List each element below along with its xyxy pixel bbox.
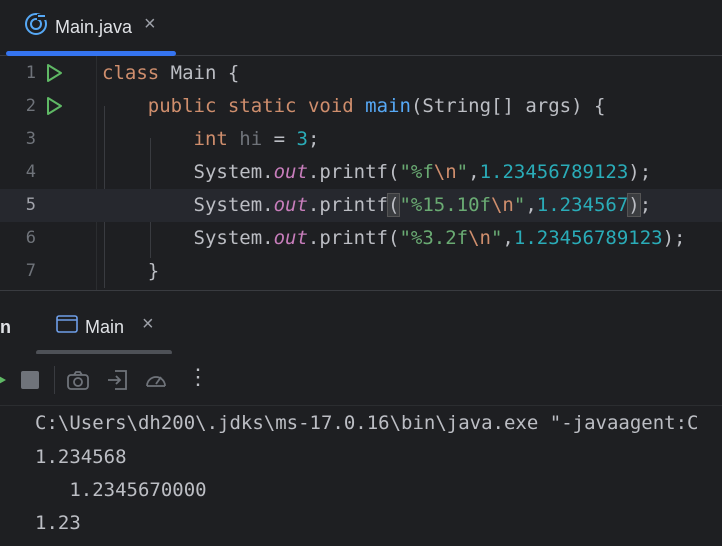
run-tool-window-header: n Main ×	[0, 290, 722, 355]
editor-tab-bar: Main.java ×	[0, 0, 722, 56]
run-tab-main[interactable]: Main ×	[36, 291, 172, 355]
java-class-icon	[25, 13, 47, 35]
code-text: class Main {	[102, 62, 240, 84]
code-text: System.out.printf("%f\n",1.23456789123);	[193, 161, 652, 183]
code-line-6[interactable]: 6 System.out.printf("%3.2f\n",1.23456789…	[0, 222, 722, 255]
code-line-4[interactable]: 4 System.out.printf("%f\n",1.23456789123…	[0, 156, 722, 189]
run-toolbar: ⋮	[0, 354, 722, 406]
run-icon[interactable]	[44, 63, 64, 83]
line-number: 2	[25, 96, 36, 116]
profiler-gauge-icon[interactable]	[144, 368, 168, 392]
line-number: 1	[25, 63, 36, 83]
code-text: System.out.printf("%3.2f\n",1.2345678912…	[193, 227, 686, 249]
more-options-icon[interactable]: ⋮	[186, 364, 210, 389]
code-text: int hi = 3;	[193, 128, 320, 150]
code-line-7[interactable]: 7 }	[0, 255, 722, 288]
camera-icon[interactable]	[66, 368, 90, 392]
code-text: }	[147, 260, 160, 282]
console-output[interactable]: C:\Users\dh200\.jdks\ms-17.0.16\bin\java…	[0, 406, 722, 546]
line-number: 3	[25, 129, 36, 149]
line-number: 4	[25, 162, 36, 182]
rerun-icon[interactable]	[0, 368, 10, 392]
code-line-2[interactable]: 2 public static void main(String[] args)…	[0, 90, 722, 123]
code-text: public static void main(String[] args) {	[147, 95, 606, 117]
console-line: 1.234568	[35, 446, 127, 468]
exit-icon[interactable]	[106, 368, 130, 392]
console-line: 1.2345670000	[35, 479, 207, 501]
code-editor[interactable]: 1 class Main { 2 public static void main…	[0, 56, 722, 290]
stop-icon[interactable]	[18, 368, 42, 392]
code-text: System.out.printf("%15.10f\n",1.234567);	[193, 193, 652, 217]
editor-tab-main-java[interactable]: Main.java ×	[6, 0, 176, 56]
console-line: 1.23	[35, 512, 81, 534]
close-icon[interactable]: ×	[142, 312, 154, 336]
run-icon[interactable]	[44, 96, 64, 116]
code-line-5[interactable]: 5 System.out.printf("%15.10f\n",1.234567…	[0, 189, 722, 222]
run-tab-label: Main	[85, 317, 125, 337]
editor-tab-label: Main.java	[55, 17, 133, 37]
line-number: 5	[25, 195, 36, 215]
run-panel-title: n	[0, 317, 11, 337]
close-icon[interactable]: ×	[144, 12, 156, 36]
line-number: 7	[25, 261, 36, 281]
console-line: C:\Users\dh200\.jdks\ms-17.0.16\bin\java…	[35, 412, 699, 434]
toolbar-separator	[54, 366, 55, 394]
code-line-3[interactable]: 3 int hi = 3;	[0, 123, 722, 156]
console-icon	[56, 315, 78, 333]
line-number: 6	[25, 228, 36, 248]
code-line-1[interactable]: 1 class Main {	[0, 57, 722, 90]
